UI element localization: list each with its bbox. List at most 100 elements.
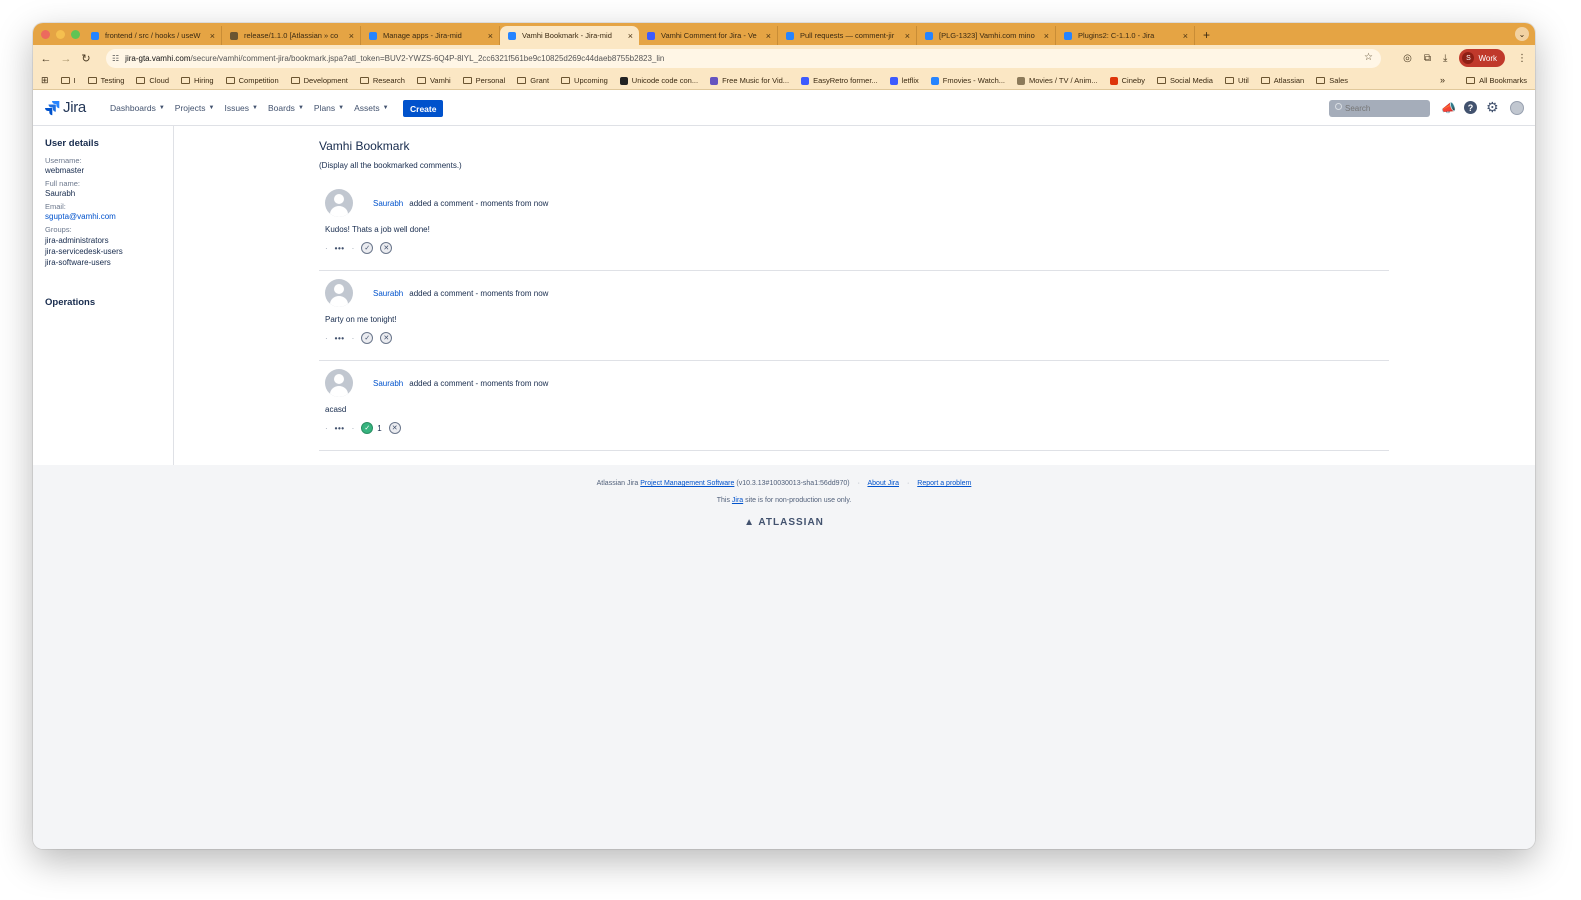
search-input[interactable] <box>1329 100 1430 117</box>
bookmark-item[interactable]: Testing <box>87 76 124 85</box>
bookmark-item[interactable]: I <box>60 76 76 85</box>
nav-item-issues[interactable]: Issues ▼ <box>224 103 258 113</box>
report-problem-link[interactable]: Report a problem <box>917 480 971 487</box>
nav-item-boards[interactable]: Boards ▼ <box>268 103 304 113</box>
atlassian-brand[interactable]: ▲ ATLASSIAN <box>33 517 1535 528</box>
bookmark-item[interactable]: Atlassian <box>1260 76 1304 85</box>
megaphone-icon[interactable]: 📣 <box>1441 101 1456 115</box>
comment-author-link[interactable]: Saurabh <box>373 289 403 298</box>
bookmark-star-icon[interactable]: ☆ <box>1364 52 1373 63</box>
bookmark-item[interactable]: Movies / TV / Anim... <box>1017 76 1098 85</box>
site-info-icon[interactable]: ☷ <box>112 54 119 63</box>
about-jira-link[interactable]: About Jira <box>867 480 899 487</box>
bookmark-item[interactable]: Upcoming <box>561 76 608 85</box>
folder-icon <box>1157 77 1166 84</box>
bookmark-item[interactable]: Personal <box>462 76 505 85</box>
minimize-window-button[interactable] <box>56 30 65 39</box>
browser-tab[interactable]: Vamhi Comment for Jira - Ve × <box>639 26 778 45</box>
bookmark-item[interactable]: Fmovies - Watch... <box>930 76 1005 85</box>
browser-tab[interactable]: [PLG-1323] Vamhi.com mino × <box>917 26 1056 45</box>
browser-tab[interactable]: frontend / src / hooks / useW × <box>83 26 222 45</box>
tab-close-icon[interactable]: × <box>1183 31 1188 41</box>
forward-arrow-icon[interactable]: → <box>56 53 76 65</box>
thumbs-down-icon[interactable]: ✕ <box>380 332 393 344</box>
create-button[interactable]: Create <box>403 100 444 117</box>
bookmark-item[interactable]: letflix <box>889 76 919 85</box>
bookmark-item[interactable]: Hiring <box>181 76 214 85</box>
bookmark-item[interactable]: Grant <box>517 76 549 85</box>
bookmark-item[interactable]: EasyRetro former... <box>801 76 878 85</box>
tab-close-icon[interactable]: × <box>488 31 493 41</box>
comment-avatar[interactable] <box>325 189 353 217</box>
bookmark-item[interactable]: Sales <box>1316 76 1348 85</box>
comment-avatar[interactable] <box>325 279 353 307</box>
bookmark-item[interactable]: Vamhi <box>416 76 451 85</box>
address-bar[interactable]: ☷ jira-gta.vamhi.com/secure/vamhi/commen… <box>106 49 1381 68</box>
bookmark-item[interactable]: Cloud <box>136 76 169 85</box>
bookmark-item[interactable]: Development <box>290 76 348 85</box>
new-tab-button[interactable]: + <box>1203 28 1210 42</box>
back-arrow-icon[interactable]: ← <box>36 53 56 65</box>
site-favicon-icon <box>930 76 939 85</box>
browser-tab[interactable]: Manage apps - Jira-mid × <box>361 26 500 45</box>
bookmark-item[interactable]: Competition <box>225 76 279 85</box>
more-actions-icon[interactable]: ••• <box>335 334 345 343</box>
bookmark-item[interactable]: Research <box>359 76 405 85</box>
nav-item-label: Boards <box>268 103 295 113</box>
apps-grid-icon[interactable]: ⊞ <box>41 75 49 86</box>
bookmark-item[interactable]: Cineby <box>1109 76 1145 85</box>
thumbs-down-icon[interactable]: ✕ <box>380 242 393 254</box>
comment-author-link[interactable]: Saurabh <box>373 379 403 388</box>
maximize-window-button[interactable] <box>71 30 80 39</box>
comment-avatar[interactable] <box>325 369 353 397</box>
tab-close-icon[interactable]: × <box>628 31 633 41</box>
nav-item-plans[interactable]: Plans ▼ <box>314 103 344 113</box>
nav-item-assets[interactable]: Assets ▼ <box>354 103 388 113</box>
more-bookmarks-icon[interactable]: » <box>1440 75 1445 85</box>
email-link[interactable]: sgupta@vamhi.com <box>45 212 173 221</box>
bookmark-item[interactable]: Unicode code con... <box>619 76 698 85</box>
user-avatar[interactable] <box>1510 101 1524 115</box>
bookmark-item[interactable]: Util <box>1224 76 1249 85</box>
browser-tab[interactable]: Vamhi Bookmark - Jira-mid × <box>500 26 639 45</box>
extension-icon[interactable]: ◎ <box>1403 53 1412 64</box>
nav-item-projects[interactable]: Projects ▼ <box>175 103 215 113</box>
more-actions-icon[interactable]: ••• <box>335 424 345 433</box>
project-management-link[interactable]: Project Management Software <box>640 480 734 487</box>
comment-body: Kudos! Thats a job well done! <box>325 225 430 234</box>
all-bookmarks-button[interactable]: All Bookmarks <box>1466 76 1527 85</box>
browser-tab[interactable]: release/1.1.0 [Atlassian » co × <box>222 26 361 45</box>
comment-item: Saurabh added a comment - moments from no… <box>319 181 1389 271</box>
tab-search-chevron-icon[interactable]: ⌄ <box>1515 27 1529 41</box>
kebab-menu-icon[interactable]: ⋮ <box>1517 53 1527 64</box>
tab-close-icon[interactable]: × <box>766 31 771 41</box>
tab-close-icon[interactable]: × <box>349 31 354 41</box>
tab-close-icon[interactable]: × <box>905 31 910 41</box>
help-icon[interactable]: ? <box>1464 101 1477 114</box>
bookmark-item[interactable]: Free Music for Vid... <box>710 76 789 85</box>
tab-close-icon[interactable]: × <box>210 31 215 41</box>
profile-button[interactable]: S Work <box>1459 49 1505 67</box>
download-icon[interactable]: ⤓ <box>1443 53 1447 64</box>
jira-logo[interactable]: Jira <box>44 99 86 116</box>
jira-link[interactable]: Jira <box>732 497 743 504</box>
tab-favicon-icon <box>647 31 655 40</box>
folder-icon <box>1260 77 1270 84</box>
tab-favicon-icon <box>230 31 238 40</box>
bookmark-item[interactable]: Social Media <box>1157 76 1213 85</box>
comment-author-link[interactable]: Saurabh <box>373 199 403 208</box>
nav-item-dashboards[interactable]: Dashboards ▼ <box>110 103 165 113</box>
browser-tab[interactable]: Pull requests — comment-jir × <box>778 26 917 45</box>
thumbs-up-icon[interactable]: ✓ <box>361 242 374 254</box>
browser-tab[interactable]: Plugins2: C-1.1.0 - Jira × <box>1056 26 1195 45</box>
thumbs-down-icon[interactable]: ✕ <box>388 422 401 434</box>
tab-close-icon[interactable]: × <box>1044 31 1049 41</box>
puzzle-icon[interactable]: ⧉ <box>1424 53 1431 64</box>
thumbs-up-icon[interactable]: ✓ <box>361 332 374 344</box>
close-window-button[interactable] <box>41 30 50 39</box>
reload-icon[interactable]: ↻ <box>76 52 96 65</box>
gear-icon[interactable]: ⚙ <box>1486 99 1499 116</box>
thumbs-up-icon[interactable]: ✓ <box>361 422 374 434</box>
bookmark-label: Fmovies - Watch... <box>942 76 1005 85</box>
more-actions-icon[interactable]: ••• <box>335 244 345 253</box>
